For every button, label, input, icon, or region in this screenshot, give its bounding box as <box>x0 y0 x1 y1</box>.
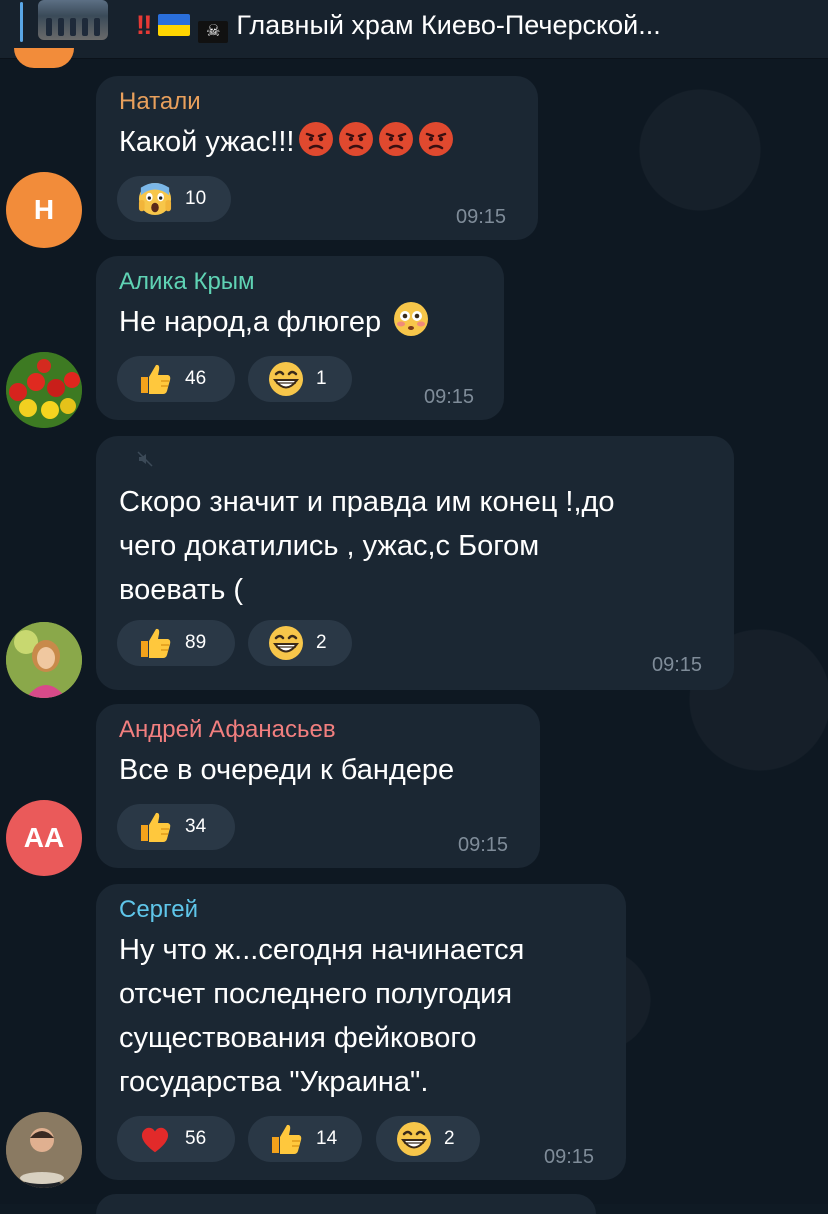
angry-emoji-icon <box>379 122 414 156</box>
message-text-content: Какой ужас!!! <box>119 126 295 158</box>
scream-emoji-icon <box>137 181 173 217</box>
reaction-count: 34 <box>185 816 207 837</box>
message-text: Ну что ж...сегодня начинается отсчет пос… <box>119 934 525 1098</box>
reaction-count: 14 <box>316 1128 338 1149</box>
reaction-button[interactable]: 34 <box>117 804 235 850</box>
reaction-button[interactable]: 46 <box>117 356 235 402</box>
reaction-button[interactable]: 10 <box>117 176 231 222</box>
reaction-count: 46 <box>185 368 207 389</box>
avatar[interactable] <box>6 622 82 698</box>
reaction-button[interactable]: 14 <box>248 1116 362 1162</box>
reaction-button[interactable]: 89 <box>117 620 235 666</box>
thumbs-up-icon <box>137 809 173 845</box>
ukraine-flag-icon <box>158 14 191 36</box>
pirate-flag-icon: ☠ <box>198 21 229 43</box>
heart-icon <box>137 1121 173 1157</box>
reaction-count: 56 <box>185 1128 207 1149</box>
angry-emoji-icon <box>339 122 374 156</box>
man-avatar-image <box>6 1112 82 1188</box>
message-bubble-partial[interactable] <box>96 1194 596 1214</box>
message-author: Алика Крым <box>119 268 255 295</box>
grin-emoji-icon <box>268 625 304 661</box>
reaction-count: 89 <box>185 632 207 653</box>
double-exclamation-icon: ‼ <box>136 10 153 40</box>
message-author: Андрей Афанасьев <box>119 716 336 743</box>
message-bubble[interactable]: Натали Какой ужас!!! 10 09:15 <box>96 76 538 240</box>
message-author: Натали <box>119 88 201 115</box>
message-text: Какой ужас!!! <box>119 120 454 164</box>
angry-emoji-icon <box>419 122 454 156</box>
avatar[interactable]: АА <box>6 800 82 876</box>
message-text: Не народ,а флюгер <box>119 300 429 344</box>
thumbs-up-icon <box>137 625 173 661</box>
reaction-button[interactable]: 56 <box>117 1116 235 1162</box>
reaction-button[interactable]: 2 <box>376 1116 480 1162</box>
avatar[interactable] <box>6 1112 82 1188</box>
pinned-message-bar[interactable]: ‼ ☠ Главный храм Киево-Печерской... <box>0 0 828 59</box>
avatar-initials: АА <box>23 822 65 853</box>
tulips-avatar-image <box>6 352 82 428</box>
reaction-count: 2 <box>444 1128 455 1149</box>
message-time: 09:15 <box>458 834 509 856</box>
message-bubble[interactable]: Сергей Ну что ж...сегодня начинается отс… <box>96 884 626 1180</box>
pinned-title: ‼ ☠ Главный храм Киево-Печерской... <box>136 10 661 43</box>
message-bubble[interactable]: Алика Крым Не народ,а флюгер 46 1 09:15 <box>96 256 504 420</box>
avatar[interactable] <box>6 352 82 428</box>
pinned-title-text: Главный храм Киево-Печерской... <box>236 10 661 40</box>
avatar[interactable]: Н <box>6 172 82 248</box>
pinned-indicator <box>20 2 23 42</box>
reaction-count: 2 <box>316 632 327 653</box>
avatar-initials: Н <box>33 194 55 225</box>
message-text-content: Не народ,а флюгер <box>119 306 382 338</box>
message-time: 09:15 <box>544 1146 595 1168</box>
thumbs-up-icon <box>137 361 173 397</box>
muted-icon <box>136 450 154 468</box>
message-time: 09:15 <box>652 654 703 676</box>
message-time: 09:15 <box>456 206 507 228</box>
reaction-count: 10 <box>185 188 207 209</box>
thumbs-up-icon <box>268 1121 304 1157</box>
pinned-thumbnail <box>38 0 108 40</box>
reaction-button[interactable]: 2 <box>248 620 352 666</box>
message-text: Скоро значит и правда им конец !,до чего… <box>119 486 615 606</box>
angry-emoji-icon <box>299 122 334 156</box>
message-bubble[interactable]: Скоро значит и правда им конец !,до чего… <box>96 436 734 690</box>
grin-emoji-icon <box>396 1121 432 1157</box>
message-bubble[interactable]: Андрей Афанасьев Все в очереди к бандере… <box>96 704 540 868</box>
girl-avatar-image <box>6 622 82 698</box>
reaction-button[interactable]: 1 <box>248 356 352 402</box>
flushed-emoji-icon <box>394 302 429 336</box>
reaction-count: 1 <box>316 368 327 389</box>
message-text: Все в очереди к бандере <box>119 754 455 786</box>
message-author: Сергей <box>119 896 199 923</box>
message-time: 09:15 <box>424 386 475 408</box>
grin-emoji-icon <box>268 361 304 397</box>
